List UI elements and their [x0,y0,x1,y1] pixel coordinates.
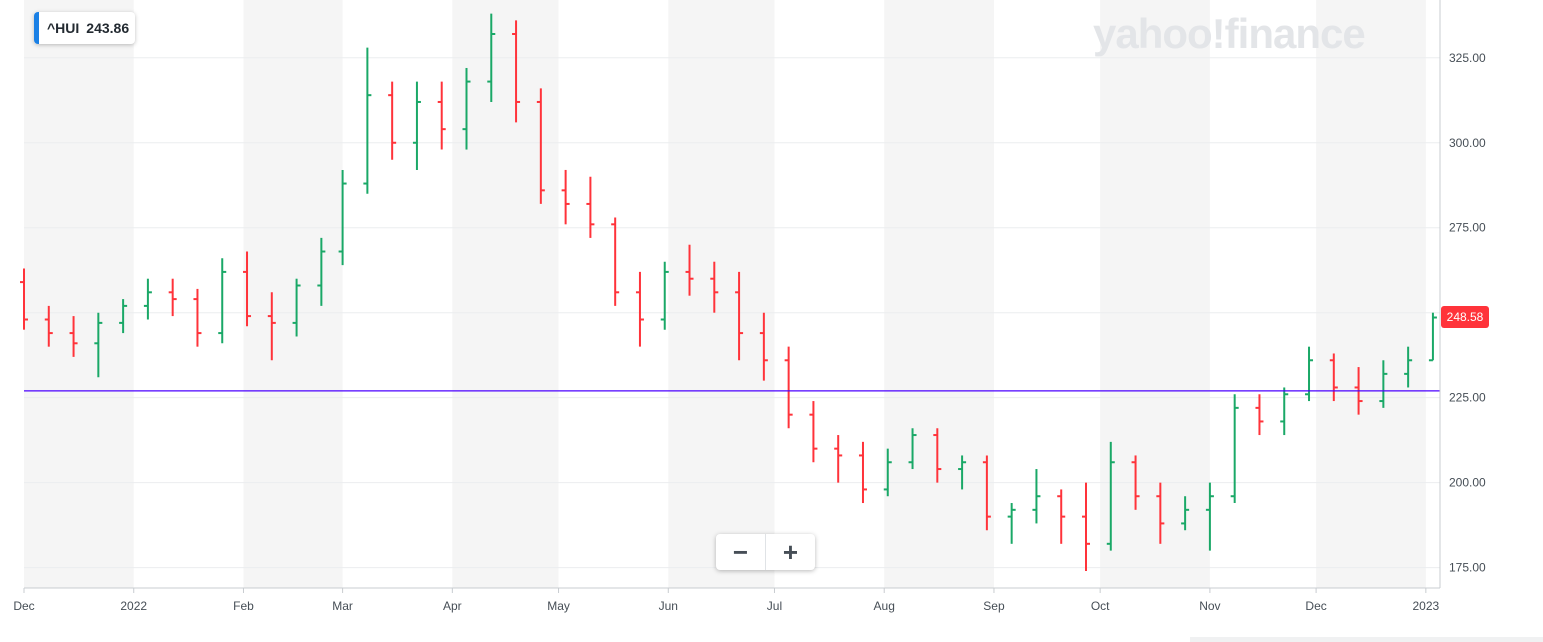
yahoo-finance-watermark: yahoo!finance [1093,10,1366,57]
ohlc-bar [1305,346,1314,402]
x-tick-label: Jul [767,599,782,613]
ohlc-bar [1230,394,1239,504]
month-band [1100,0,1210,588]
x-tick-label: 2023 [1412,599,1439,613]
zoom-controls: − + [716,534,815,570]
x-tick-labels: Dec 2022 Feb Mar Apr May Jun Jul Aug Sep Oct Nov Dec… [13,588,1440,613]
month-band [668,0,775,588]
ohlc-bar [437,81,446,150]
month-band [452,0,559,588]
ohlc-bar [858,441,867,504]
ohlc-bar [1007,503,1016,544]
x-tick-label: Nov [1199,599,1220,613]
month-band [884,0,994,588]
ohlc-bar [1428,312,1437,362]
ohlc-bar [218,258,227,344]
last-price-badge: 248.58 [1441,306,1489,328]
y-tick-label: 200.00 [1449,476,1486,490]
ohlc-bar [611,217,620,306]
legend-symbol: ^HUI [47,20,80,36]
y-tick-label: 300.00 [1449,136,1486,150]
x-tick-label: Dec [13,599,34,613]
month-band [24,0,134,588]
ohlc-bar [635,271,644,347]
zoom-in-button[interactable]: + [766,534,815,570]
ohlc-bar [1057,489,1066,544]
x-tick-label: Mar [332,599,353,613]
ohlc-bar [143,278,152,320]
x-tick-label: May [547,599,570,613]
x-tick-label: Jun [659,599,678,613]
ohlc-bar [561,169,570,225]
ohlc-bar [586,176,595,238]
legend-value: 243.86 [86,20,130,36]
x-tick-label: Feb [233,599,254,613]
ohlc-bar [834,435,843,483]
month-band [243,0,343,588]
ohlc-bar [660,261,669,330]
ohlc-bar [412,81,421,170]
ohlc-bar [1032,469,1041,524]
ohlc-bar [168,278,177,317]
ohlc-bar [784,346,793,429]
x-tick-label: Dec [1305,599,1326,613]
ohlc-bar [1280,387,1289,436]
ohlc-bar [809,401,818,463]
x-tick-label: 2022 [120,599,147,613]
y-tick-label: 175.00 [1449,561,1486,575]
y-tick-label: 275.00 [1449,221,1486,235]
bottom-strip [1190,637,1543,642]
ohlc-bar [193,288,202,347]
x-tick-label: Apr [443,599,462,613]
ohlc-bar [388,81,397,160]
month-band [1316,0,1426,588]
legend-box[interactable]: ^HUI 243.86 [34,12,136,44]
ohlc-bar [1082,482,1090,572]
y-tick-label: 325.00 [1449,51,1486,65]
x-tick-label: Oct [1091,599,1110,613]
ohlc-bar [363,47,372,194]
x-tick-label: Aug [874,599,895,613]
month-bands [24,0,1426,588]
ohlc-bar [1255,394,1264,436]
x-tick-label: Sep [983,599,1005,613]
zoom-out-button[interactable]: − [716,534,765,570]
legend-accent-bar [34,12,39,44]
y-tick-label: 225.00 [1449,391,1486,405]
